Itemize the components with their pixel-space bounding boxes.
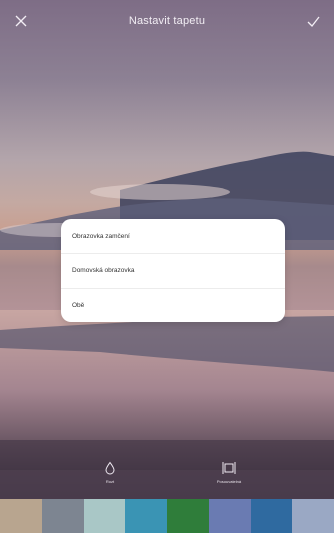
close-button[interactable] [10,10,32,32]
blur-button[interactable]: Rozt [75,458,145,494]
apply-wallpaper-dialog: Obrazovka zamčení Domovská obrazovka Obě [61,219,285,322]
thumbnail-7[interactable] [250,499,293,533]
thumbnail-1[interactable] [0,499,42,533]
top-bar: Nastavit tapetu [0,0,334,42]
scrollable-label: Posouvatelná [216,479,242,484]
thumbnail-6[interactable] [208,499,251,533]
option-lock-screen[interactable]: Obrazovka zamčení [61,219,285,253]
drop-icon [105,461,115,475]
close-icon [15,15,27,27]
option-both[interactable]: Obě [61,287,285,322]
thumbnail-8[interactable] [292,499,334,533]
page-title: Nastavit tapetu [128,15,206,27]
bottom-actions: Rozt Posouvatelná [0,458,334,496]
thumbnail-3[interactable] [83,499,126,533]
blur-label: Rozt [105,479,115,484]
scrollable-button[interactable]: Posouvatelná [194,458,264,494]
option-home-screen[interactable]: Domovská obrazovka [61,253,285,287]
confirm-button[interactable] [302,10,324,32]
wallpaper-thumbnail-strip [0,499,334,533]
check-icon [307,16,320,27]
scroll-frame-icon [222,462,236,474]
thumbnail-2[interactable] [41,499,84,533]
thumbnail-5[interactable] [167,499,209,533]
thumbnail-4[interactable] [125,499,167,533]
